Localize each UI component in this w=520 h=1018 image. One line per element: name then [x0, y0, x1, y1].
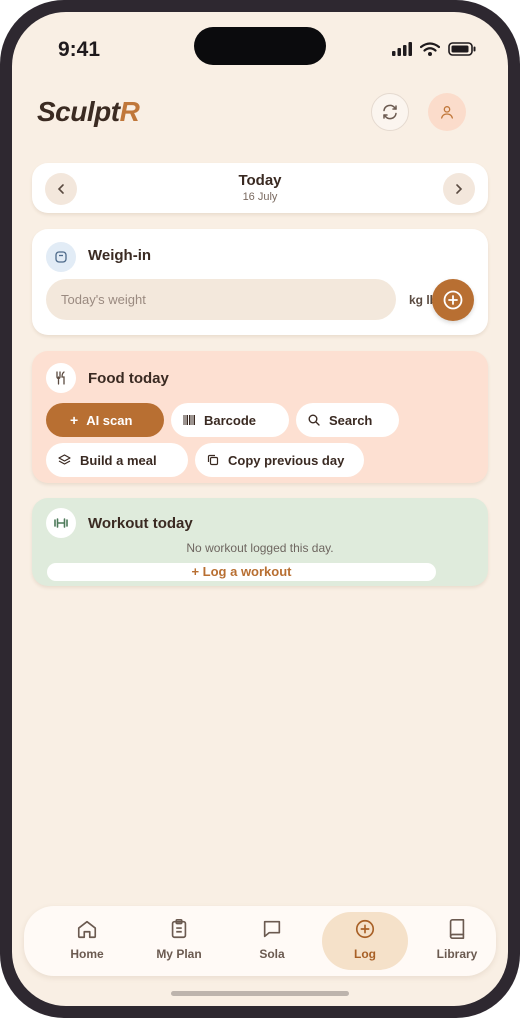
food-card: Food today + AI scan Barcode Search Buil… — [32, 351, 488, 483]
home-icon — [77, 920, 97, 939]
tab-my-plan[interactable]: My Plan — [136, 912, 222, 970]
date-navigator: Today 16 July — [32, 163, 488, 213]
log-workout-button[interactable]: + Log a workout — [47, 563, 436, 581]
cutlery-icon-wrap — [46, 363, 76, 393]
dumbbell-icon — [54, 518, 68, 528]
barcode-icon — [183, 415, 195, 425]
plus-icon: + — [70, 412, 79, 428]
layers-icon — [58, 454, 71, 465]
bottom-tab-bar: Home My Plan Sola Log Library — [24, 906, 496, 976]
workout-empty-message: No workout logged this day. — [186, 541, 334, 555]
tab-my-plan-label: My Plan — [156, 947, 202, 961]
food-title: Food today — [88, 370, 169, 387]
scale-icon-wrap — [46, 242, 76, 272]
logo-text: Sculpt — [37, 96, 120, 127]
search-icon — [308, 414, 320, 426]
dumbbell-icon-wrap — [46, 508, 76, 538]
tab-home-label: Home — [70, 947, 104, 961]
copy-icon — [207, 454, 219, 466]
chat-icon — [263, 920, 281, 938]
clipboard-icon — [171, 919, 187, 939]
tab-sola-label: Sola — [259, 947, 285, 961]
profile-button[interactable] — [428, 93, 466, 131]
barcode-label: Barcode — [204, 412, 257, 428]
signal-icon — [392, 42, 412, 56]
weigh-in-title: Weigh-in — [88, 247, 152, 264]
scale-icon — [55, 251, 67, 263]
add-weight-button[interactable] — [432, 279, 474, 321]
weight-input[interactable]: Today's weight — [46, 279, 396, 320]
plus-circle-icon — [355, 919, 375, 939]
phone-frame: 9:41 SculptR Today 16 July Weigh-in Toda… — [0, 0, 520, 1018]
workout-card: Workout today No workout logged this day… — [32, 498, 488, 586]
dynamic-island — [194, 27, 326, 65]
status-time: 9:41 — [58, 38, 101, 61]
build-meal-button[interactable]: Build a meal — [46, 443, 188, 477]
ai-scan-label: AI scan — [86, 412, 133, 428]
book-icon — [449, 919, 465, 939]
tab-library-label: Library — [436, 947, 478, 961]
copy-previous-day-label: Copy previous day — [228, 452, 345, 468]
tab-log-label: Log — [354, 947, 376, 961]
date-title: Today — [238, 172, 282, 189]
ai-scan-button[interactable]: + AI scan — [46, 403, 164, 437]
app-screen: 9:41 SculptR Today 16 July Weigh-in Toda… — [12, 12, 508, 1006]
chevron-right-icon — [456, 184, 463, 194]
home-indicator — [171, 991, 349, 996]
sync-button[interactable] — [371, 93, 409, 131]
next-day-button[interactable] — [443, 173, 475, 205]
barcode-button[interactable]: Barcode — [171, 403, 289, 437]
workout-title: Workout today — [88, 515, 193, 532]
tab-log[interactable]: Log — [322, 912, 408, 970]
search-button[interactable]: Search — [296, 403, 399, 437]
user-icon — [441, 106, 453, 119]
tab-library[interactable]: Library — [414, 912, 500, 970]
logo-accent: R — [119, 96, 140, 127]
weigh-in-card: Weigh-in Today's weight kg lb — [32, 229, 488, 335]
tab-home[interactable]: Home — [44, 912, 130, 970]
refresh-icon — [383, 104, 397, 120]
battery-icon — [448, 42, 476, 56]
status-icons — [392, 42, 476, 56]
tab-sola[interactable]: Sola — [229, 912, 315, 970]
copy-previous-day-button[interactable]: Copy previous day — [195, 443, 364, 477]
app-logo: SculptR — [37, 96, 140, 128]
date-subtitle: 16 July — [242, 191, 278, 203]
plus-circle-icon — [443, 290, 463, 310]
build-meal-label: Build a meal — [80, 452, 157, 468]
cutlery-icon — [56, 371, 65, 385]
weight-input-placeholder: Today's weight — [61, 292, 146, 307]
search-label: Search — [329, 412, 373, 428]
wifi-icon — [420, 42, 440, 56]
